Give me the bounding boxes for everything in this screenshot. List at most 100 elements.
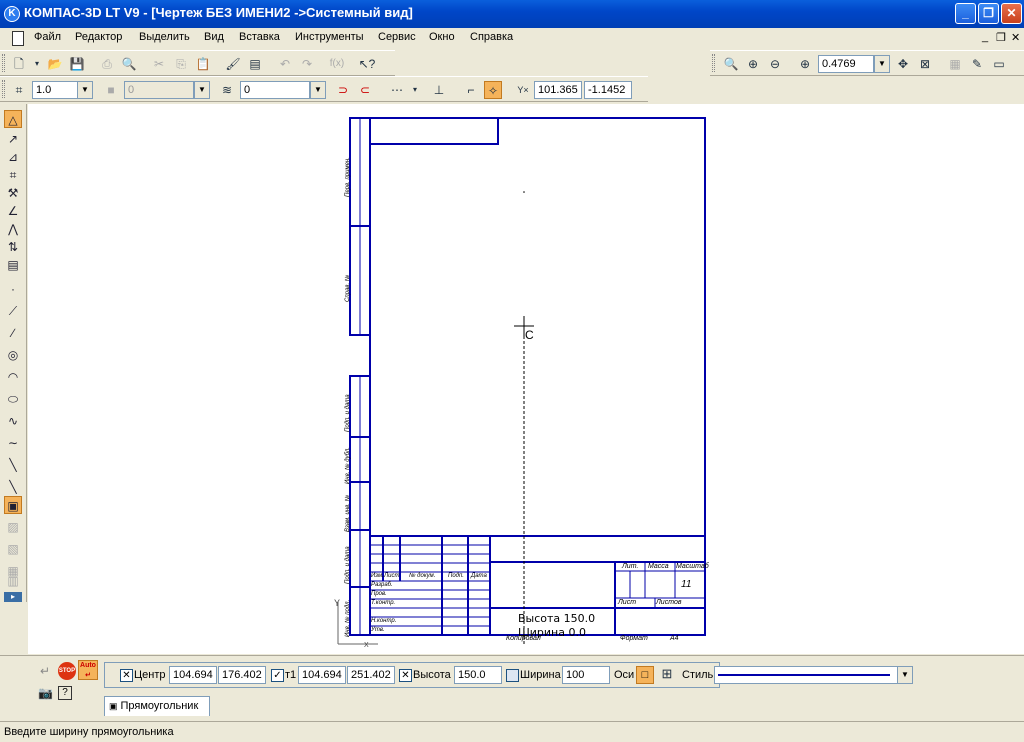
height-lock-checkbox[interactable]: ✕ bbox=[399, 669, 412, 682]
aux-line-icon[interactable]: ⟋ bbox=[4, 302, 22, 320]
t1-y-field[interactable]: 251.402 bbox=[347, 666, 395, 684]
x-coordinate-field[interactable]: 101.365 bbox=[534, 81, 582, 99]
spline-tool-icon[interactable]: ∿ bbox=[4, 412, 22, 430]
magnet-snap-icon[interactable]: ⊃ bbox=[334, 81, 352, 99]
t1-x-field[interactable]: 104.694 bbox=[298, 666, 346, 684]
toolbar-grip[interactable] bbox=[2, 54, 5, 72]
arc-tool-icon[interactable]: ◠ bbox=[4, 368, 22, 386]
axes-off-button[interactable]: □ bbox=[636, 666, 654, 684]
chamfer-tool-icon[interactable]: ╲ bbox=[4, 478, 22, 496]
kompas-app-icon[interactable]: K bbox=[4, 6, 20, 22]
menu-help[interactable]: Справка bbox=[470, 31, 513, 43]
local-cs-icon[interactable]: ⊥ bbox=[430, 81, 448, 99]
layer-dropdown-icon[interactable]: ▼ bbox=[194, 81, 210, 99]
help-icon[interactable]: ? bbox=[58, 686, 72, 700]
reports-panel-icon[interactable]: ▤ bbox=[4, 256, 22, 274]
print-preview-icon[interactable]: 🔍 bbox=[120, 55, 138, 73]
format-brush-icon[interactable]: 🖌 bbox=[224, 55, 242, 73]
edit-tool-icon[interactable]: ✎ bbox=[968, 55, 986, 73]
polyline-tool-icon[interactable]: ∼ bbox=[4, 434, 22, 452]
zoom-scale-icon[interactable]: ⊕ bbox=[796, 55, 814, 73]
zoom-window-icon[interactable]: 🔍 bbox=[722, 55, 740, 73]
save-icon[interactable]: 💾 bbox=[68, 55, 86, 73]
help-pointer-icon[interactable]: ↖? bbox=[358, 55, 376, 73]
function-icon[interactable]: f(x) bbox=[328, 55, 346, 73]
toolbar-grip[interactable] bbox=[2, 80, 5, 98]
cut-icon[interactable]: ✂ bbox=[150, 55, 168, 73]
mdi-minimize-button[interactable]: _ bbox=[982, 31, 988, 43]
menu-select[interactable]: Выделить bbox=[139, 31, 190, 43]
height-field[interactable]: 150.0 bbox=[454, 666, 502, 684]
toolbar-grip[interactable] bbox=[712, 54, 715, 72]
width-lock-checkbox[interactable] bbox=[506, 669, 519, 682]
fillet-tool-icon[interactable]: ╲ bbox=[4, 456, 22, 474]
snapshot-icon[interactable]: 📷 bbox=[38, 686, 53, 700]
width-field[interactable]: 100 bbox=[562, 666, 610, 684]
ellipse-tool-icon[interactable]: ⬭ bbox=[4, 390, 22, 408]
close-button[interactable]: ✕ bbox=[1001, 3, 1022, 24]
grid-dropdown-icon[interactable]: ▾ bbox=[406, 81, 424, 99]
properties-icon[interactable]: ▤ bbox=[246, 55, 264, 73]
layers-icon[interactable]: ≋ bbox=[218, 81, 236, 99]
parametrization-panel-icon[interactable]: ⚒ bbox=[4, 184, 22, 202]
zoom-dropdown-icon[interactable]: ▼ bbox=[874, 55, 890, 73]
segment-tool-icon[interactable]: ∕ bbox=[4, 324, 22, 342]
scale-field[interactable]: 1.0 bbox=[32, 81, 78, 99]
zoom-in-icon[interactable]: ⊕ bbox=[744, 55, 762, 73]
t1-lock-checkbox[interactable]: ✓ bbox=[271, 669, 284, 682]
menu-editor[interactable]: Редактор bbox=[75, 31, 122, 43]
refresh-icon[interactable]: ▦ bbox=[946, 55, 964, 73]
contour-tool-icon[interactable]: ▧ bbox=[4, 540, 22, 558]
center-lock-checkbox[interactable]: ✕ bbox=[120, 669, 133, 682]
dimensions-panel-icon[interactable]: ↗ bbox=[4, 130, 22, 148]
tab-rectangle[interactable]: ▣ Прямоугольник bbox=[104, 696, 210, 716]
menu-view[interactable]: Вид bbox=[204, 31, 224, 43]
style-field[interactable]: 0 bbox=[240, 81, 310, 99]
pan-icon[interactable]: ✥ bbox=[894, 55, 912, 73]
snap-grid-icon[interactable]: ⌗ bbox=[10, 81, 28, 99]
show-all-icon[interactable]: ⊠ bbox=[916, 55, 934, 73]
ortho-icon[interactable]: ⌐ bbox=[462, 81, 480, 99]
menu-file[interactable]: Файл bbox=[34, 31, 61, 43]
undo-icon[interactable]: ↶ bbox=[276, 55, 294, 73]
point-tool-icon[interactable]: · bbox=[4, 280, 22, 298]
menu-service[interactable]: Сервис bbox=[378, 31, 416, 43]
y-coordinate-field[interactable]: -1.1452 bbox=[584, 81, 632, 99]
mdi-close-button[interactable]: ✕ bbox=[1011, 31, 1020, 44]
stop-button[interactable]: STOP bbox=[58, 662, 76, 680]
center-x-field[interactable]: 104.694 bbox=[169, 666, 217, 684]
spec-panel-icon[interactable]: ⇅ bbox=[4, 238, 22, 256]
local-snap-icon[interactable]: ⊂ bbox=[356, 81, 374, 99]
fill-tool-icon[interactable]: ▥ bbox=[4, 572, 22, 590]
circle-tool-icon[interactable]: ◎ bbox=[4, 346, 22, 364]
paste-icon[interactable]: 📋 bbox=[194, 55, 212, 73]
new-document-icon[interactable]: 🗋 bbox=[10, 55, 28, 73]
scale-dropdown-icon[interactable]: ▼ bbox=[77, 81, 93, 99]
center-y-field[interactable]: 176.402 bbox=[218, 666, 266, 684]
drawing-canvas[interactable]: C Высота 150.0 Ширина 0.0 11 Лит. Масса … bbox=[28, 104, 1024, 654]
layer-field[interactable]: 0 bbox=[124, 81, 194, 99]
snap-mode-icon[interactable]: ✧ bbox=[484, 81, 502, 99]
document-icon[interactable] bbox=[12, 31, 24, 46]
editing-panel-icon[interactable]: ⌗ bbox=[4, 166, 22, 184]
line-style-field[interactable] bbox=[714, 666, 898, 684]
zoom-out-icon[interactable]: ⊖ bbox=[766, 55, 784, 73]
minimize-button[interactable]: _ bbox=[955, 3, 976, 24]
notation-panel-icon[interactable]: ⊿ bbox=[4, 148, 22, 166]
redo-icon[interactable]: ↷ bbox=[298, 55, 316, 73]
geometry-panel-icon[interactable]: △ bbox=[4, 110, 22, 128]
hatch-tool-icon[interactable]: ▨ bbox=[4, 518, 22, 536]
window-icon[interactable]: ▭ bbox=[990, 55, 1008, 73]
enter-icon[interactable]: ↵ bbox=[40, 664, 50, 678]
print-icon[interactable]: ⎙ bbox=[98, 55, 116, 73]
axes-on-button[interactable]: ⊞ bbox=[658, 666, 676, 684]
select-panel-icon[interactable]: ⋀ bbox=[4, 220, 22, 238]
copy-icon[interactable]: ⎘ bbox=[172, 55, 190, 73]
layer-state-icon[interactable]: ■ bbox=[102, 81, 120, 99]
rectangle-tool-icon[interactable]: ▣ bbox=[4, 496, 22, 514]
menu-window[interactable]: Окно bbox=[429, 31, 455, 43]
menu-tools[interactable]: Инструменты bbox=[295, 31, 364, 43]
auto-create-button[interactable]: Auto ↵ bbox=[78, 660, 98, 680]
measure-panel-icon[interactable]: ∠ bbox=[4, 202, 22, 220]
open-folder-icon[interactable]: 📂 bbox=[46, 55, 64, 73]
